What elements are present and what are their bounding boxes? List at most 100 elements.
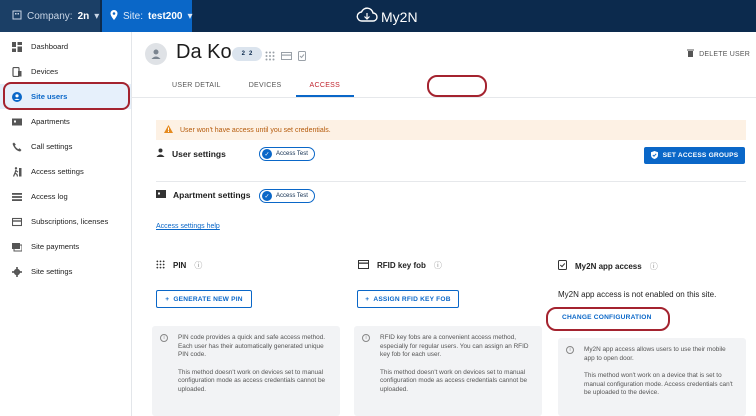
user-name: Da Ko [176,41,232,63]
access-icon [12,166,22,177]
rfid-card-icon [358,260,369,271]
tab-access[interactable]: ACCESS [295,78,355,97]
person-icon [151,49,161,59]
pin-info-text: PIN code provides a quick and safe acces… [178,334,326,358]
dashboard-icon [12,41,22,52]
site-label: Site: [123,10,144,22]
divider [156,181,746,182]
mobile-app-icon [298,48,306,66]
tab-devices[interactable]: DEVICES [235,78,296,97]
my2n-title: My2N app access ⓘ [558,260,658,272]
credentials-warning: User won't have access until you set cre… [156,120,746,140]
building-icon [12,10,22,23]
set-access-groups-label: SET ACCESS GROUPS [662,152,739,159]
sidebar-item-site-payments[interactable]: Site payments [0,234,131,259]
sidebar-item-site-users[interactable]: Site users [0,84,131,109]
logo-text: My2N [381,8,418,25]
my2n-info-note: This method won't work on a device that … [584,372,733,396]
change-configuration-button[interactable]: CHANGE CONFIGURATION [562,314,652,321]
sidebar-item-label: Site users [31,92,68,101]
my2n-section: My2N app access ⓘ [558,260,658,272]
mobile-app-icon [558,260,567,272]
top-bar: Company: 2n ▾ Site: test200 ▾ My2N [0,0,756,32]
set-access-groups-button[interactable]: SET ACCESS GROUPS [644,147,745,164]
user-settings-label: User settings [172,148,226,159]
my2n-info-text: My2N app access allows users to use thei… [584,346,726,362]
badge-left: 2 [241,51,245,57]
sidebar-item-call-settings[interactable]: Call settings [0,134,131,159]
info-icon: i [160,334,168,342]
chevron-down-icon: ▾ [187,10,193,22]
access-settings-help-link[interactable]: Access settings help [156,223,220,230]
apartment-icon [12,117,22,127]
cloud-icon [356,6,378,27]
sidebar-item-label: Site settings [31,267,73,276]
sidebar-item-apartments[interactable]: Apartments [0,109,131,134]
delete-user-button[interactable]: DELETE USER [687,49,750,59]
site-selector[interactable]: Site: test200 ▾ [102,0,193,32]
card-icon [12,217,22,227]
tab-user-detail[interactable]: USER DETAIL [158,78,235,97]
user-settings-title: User settings [156,148,226,159]
company-value: 2n [77,10,90,22]
badge-right: 2 [249,51,253,57]
access-group-chip[interactable]: ✓ Access Test [259,147,315,161]
pin-label: PIN [173,261,187,270]
sidebar-item-access-settings[interactable]: Access settings [0,159,131,184]
my2n-info-box: i My2N app access allows users to use th… [558,338,746,416]
assign-rfid-label: ASSIGN RFID KEY FOB [373,295,451,303]
keypad-icon [265,48,275,66]
user-header: Da Ko 2 2 DELETE USER USER DETAIL DEVICE… [132,32,756,98]
pin-info-note: This method doesn't work on devices set … [178,368,326,393]
pin-section: PIN ⓘ [156,260,202,271]
check-shield-icon: ✓ [262,149,272,159]
apartment-icon [156,190,166,200]
credential-icons [265,48,306,66]
rfid-title: RFID key fob ⓘ [358,260,442,271]
users-icon [12,91,22,102]
avatar [145,43,167,65]
sidebar: Dashboard Devices Site users Apartments … [0,32,132,416]
sidebar-item-label: Access log [31,192,68,201]
generate-pin-label: GENERATE NEW PIN [173,295,243,303]
generate-new-pin-button[interactable]: + GENERATE NEW PIN [156,290,252,308]
trash-icon [687,49,695,59]
pin-title: PIN ⓘ [156,260,202,271]
person-icon [156,148,165,159]
my2n-disabled-message: My2N app access is not enabled on this s… [558,290,717,299]
location-pin-icon [110,9,118,23]
devices-icon [12,66,22,77]
sidebar-item-label: Apartments [31,117,70,126]
delete-user-label: DELETE USER [699,50,750,58]
sidebar-item-subscriptions[interactable]: Subscriptions, licenses [0,209,131,234]
rfid-info-box: i RFID key fobs are a convenient access … [354,326,542,416]
apartment-settings-title: Apartment settings [156,190,250,200]
info-icon[interactable]: ⓘ [194,260,202,271]
pin-info-box: i PIN code provides a quick and safe acc… [152,326,340,416]
sidebar-item-access-log[interactable]: Access log [0,184,131,209]
rfid-section: RFID key fob ⓘ [358,260,442,271]
my2n-logo: My2N [356,6,418,27]
sidebar-item-site-settings[interactable]: Site settings [0,259,131,284]
sidebar-item-label: Call settings [31,142,73,151]
sidebar-item-dashboard[interactable]: Dashboard [0,34,131,59]
sidebar-item-devices[interactable]: Devices [0,59,131,84]
plus-icon: + [365,295,370,303]
rfid-card-icon [281,48,292,66]
payment-icon [12,242,22,252]
sidebar-item-label: Access settings [31,167,84,176]
my2n-label: My2N app access [575,261,642,271]
company-selector[interactable]: Company: 2n ▾ [0,0,100,32]
apartment-access-group-chip[interactable]: ✓ Access Test [259,189,315,203]
warning-icon [164,125,173,135]
info-icon[interactable]: ⓘ [650,261,658,272]
chip-label: Access Test [276,193,308,199]
main-panel: Da Ko 2 2 DELETE USER USER DETAIL DEVICE… [132,32,756,416]
assign-rfid-key-fob-button[interactable]: + ASSIGN RFID KEY FOB [357,290,459,308]
check-shield-icon: ✓ [262,191,272,201]
info-icon: i [362,334,370,342]
chip-label: Access Test [276,151,308,157]
info-icon[interactable]: ⓘ [434,260,442,271]
sidebar-item-label: Site payments [31,242,80,251]
sidebar-item-label: Subscriptions, licenses [31,217,109,226]
